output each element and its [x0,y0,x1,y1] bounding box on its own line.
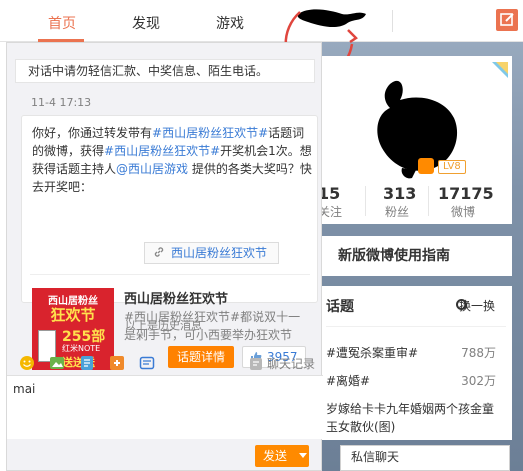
topics-divider [326,326,506,327]
topic-link[interactable]: #西山居粉丝狂欢节# [104,144,220,158]
link-icon [154,247,164,257]
hot-topics-card: 话题 换一换 #遭冤杀案重审# 788万 #离婚# 302万 岁嫁给卡卡九年婚姻… [318,286,512,440]
topic-item[interactable]: #离婚# [326,372,370,389]
stat-weibo-count[interactable]: 17175 [438,184,494,203]
topics-title: 话题 [326,299,354,315]
emoji-icon[interactable] [19,355,35,371]
input-toolbar: 聊天记录 [7,353,323,375]
topic-count: 302万 [461,374,496,388]
file-icon[interactable] [79,355,95,371]
image-icon[interactable] [49,355,65,371]
nav-games[interactable]: 游戏 [216,13,244,33]
topic-item[interactable]: 岁嫁给卡卡九年婚姻两个孩金童玉女散伙(图) [326,400,504,436]
nav-divider [392,10,393,32]
nav-discover[interactable]: 发现 [132,13,160,33]
topic-link-button[interactable]: 西山居粉丝狂欢节 [144,242,279,264]
stat-followers-count[interactable]: 313 [383,184,416,203]
stat-divider [365,186,366,216]
topic-link-label: 西山居粉丝狂欢节 [171,246,268,260]
message-divider [30,274,310,275]
level-badge: LV8 [438,160,466,174]
send-options-chevron-down-icon[interactable] [299,453,307,458]
history-card-icon[interactable] [139,355,155,371]
history-label: 以上是历史消息 [125,319,202,332]
app-icon[interactable] [109,355,125,371]
top-nav: 首页 发现 游戏 [0,0,523,42]
mention-link[interactable]: @西山居游戏 [116,162,188,176]
member-badge-icon [418,158,434,174]
stat-followers-label: 粉丝 [385,205,410,219]
guide-link[interactable]: 新版微博使用指南 [318,236,512,276]
refresh-button[interactable]: 换一换 [459,297,495,314]
message-bubble: 你好，你通过转发带有#西山居粉丝狂欢节#话题词的微博，获得#西山居粉丝狂欢节#开… [21,115,318,370]
message-text-part: 你好，你通过转发带有 [32,126,153,140]
edit-icon [500,13,514,26]
security-warning: 对话中请勿轻信汇款、中奖信息、陌生电话。 [15,59,315,83]
message-timestamp: 11-4 17:13 [31,96,92,109]
chat-log-link[interactable]: 聊天记录 [267,355,315,372]
topic-link[interactable]: #西山居粉丝狂欢节# [152,126,268,140]
message-input[interactable]: mai [7,375,323,439]
chat-window: 对话中请勿轻信汇款、中奖信息、陌生电话。 11-4 17:13 你好，你通过转发… [6,42,323,471]
topic-card-title[interactable]: 西山居粉丝狂欢节 [124,288,228,307]
compose-button[interactable] [496,9,518,31]
stat-weibo-label: 微博 [451,205,476,219]
nav-home[interactable]: 首页 [48,13,76,33]
topic-count: 788万 [461,346,496,360]
message-text: 你好，你通过转发带有#西山居粉丝狂欢节#话题词的微博，获得#西山居粉丝狂欢节#开… [32,124,312,196]
private-chat-bar[interactable]: 私信聊天 [340,445,510,471]
stat-divider [428,186,429,216]
corner-decoration-icon [492,62,508,78]
topic-item[interactable]: #遭冤杀案重审# [326,344,418,361]
chat-log-icon [250,358,262,370]
card-image-title: 狂欢节 [50,306,96,324]
